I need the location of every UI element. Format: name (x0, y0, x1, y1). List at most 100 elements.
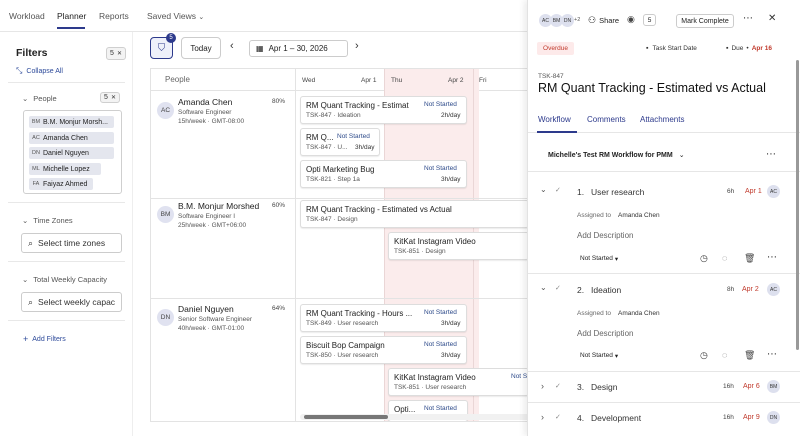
step-due-date[interactable]: Apr 1 (745, 188, 762, 195)
today-button[interactable]: Today (181, 37, 221, 59)
workflow-selector[interactable]: Michelle's Test RM Workflow for PMM ⌄ (548, 151, 685, 160)
avatar[interactable]: BM (767, 380, 780, 393)
due-date-button[interactable]: ▪ Due • Apr 16 (726, 45, 772, 52)
vertical-scrollbar[interactable] (796, 60, 799, 350)
task-start-date-button[interactable]: ▪ Task Start Date (646, 45, 697, 52)
tab-reports[interactable]: Reports (99, 11, 129, 21)
task-card-title: RM Quant Tracking - Estimat (306, 101, 409, 110)
chevron-left-icon[interactable]: ‹ (230, 40, 234, 52)
utilization-percent: 80% (272, 98, 286, 105)
close-icon[interactable]: ✕ (117, 50, 122, 57)
filters-count-badge[interactable]: 5 ✕ (106, 47, 126, 60)
step-status-dropdown[interactable]: Not Started ▾ (580, 352, 618, 360)
task-card-title: Opti Marketing Bug (306, 165, 375, 174)
eye-icon[interactable]: ◉ (627, 14, 635, 25)
check-icon[interactable]: ✓ (555, 413, 561, 421)
avatar[interactable]: AC (767, 283, 780, 296)
assigned-to-label: Assigned to (577, 212, 611, 219)
check-icon[interactable]: ✓ (555, 382, 561, 390)
add-description-button[interactable]: Add Description (577, 329, 633, 338)
task-card[interactable]: KitKat Instagram Video TSK-851 · User re… (388, 368, 527, 396)
task-start-date-label: Task Start Date (652, 45, 697, 52)
task-card[interactable]: RM Quant Tracking - Hours ... TSK-849 · … (300, 304, 467, 332)
chevron-right-icon[interactable]: › (541, 381, 544, 391)
step-due-date[interactable]: Apr 2 (742, 286, 759, 293)
step-due-date[interactable]: Apr 9 (743, 414, 760, 421)
task-card-subtitle: TSK-847 · Ideation (306, 112, 361, 119)
scrollbar-thumb[interactable] (304, 415, 388, 419)
capacity-search-input[interactable]: ⌕ Select weekly capac (21, 292, 122, 312)
person-chip[interactable]: ML Michelle Lopez (29, 163, 101, 175)
step-name[interactable]: Development (591, 413, 641, 423)
top-nav: Workload Planner Reports Saved Views ⌄ (0, 0, 527, 32)
mark-complete-button[interactable]: Mark Complete (676, 14, 734, 28)
clock-icon[interactable]: ◷ (700, 350, 708, 361)
add-filters-button[interactable]: + Add Filters (23, 334, 66, 344)
more-options-icon[interactable]: ⋯ (767, 349, 777, 360)
divider (295, 69, 296, 421)
person-chip[interactable]: AC Amanda Chen (29, 132, 114, 144)
trash-icon[interactable]: 🗑 (744, 253, 755, 264)
status-badge: Not Started (424, 405, 457, 412)
divider (528, 371, 800, 372)
chevron-right-icon[interactable]: › (355, 40, 359, 52)
tab-comments[interactable]: Comments (587, 115, 626, 124)
step-name[interactable]: Design (591, 382, 617, 392)
task-card[interactable]: Biscuit Bop Campaign TSK-850 · User rese… (300, 336, 467, 364)
share-button[interactable]: ⚇ Share (588, 15, 619, 26)
person-name[interactable]: Daniel Nguyen (178, 304, 234, 314)
saved-views-dropdown[interactable]: Saved Views ⌄ (147, 11, 204, 21)
tab-workload[interactable]: Workload (9, 11, 45, 21)
step-name[interactable]: User research (591, 187, 644, 197)
capacity-section-toggle[interactable]: ⌄ Total Weekly Capacity (22, 275, 107, 284)
person-chip[interactable]: BM B.M. Monjur Morsh... (29, 116, 114, 128)
search-icon: ⌕ (28, 296, 34, 307)
step-name[interactable]: Ideation (591, 285, 621, 295)
close-icon[interactable]: ✕ (111, 94, 116, 101)
avatar[interactable]: DN (767, 411, 780, 424)
task-card[interactable]: RM Q... TSK-847 · U... Not Started 3h/da… (300, 128, 380, 156)
tab-attachments[interactable]: Attachments (640, 115, 684, 124)
time-zones-section-toggle[interactable]: ⌄ Time Zones (22, 216, 73, 225)
check-icon[interactable]: ✓ (555, 284, 561, 292)
chevron-right-icon[interactable]: › (541, 412, 544, 422)
people-icon: ⚇ (588, 15, 597, 25)
task-card[interactable]: KitKat Instagram Video TSK-851 · Design (388, 232, 527, 260)
task-card-title: KitKat Instagram Video (394, 373, 476, 382)
person-name[interactable]: B.M. Monjur Morshed (178, 201, 259, 211)
chevron-down-icon[interactable]: ⌄ (540, 185, 547, 194)
chevron-down-icon[interactable]: ⌄ (540, 283, 547, 292)
assignee-name[interactable]: Amanda Chen (618, 310, 660, 317)
collapse-all-button[interactable]: ⤡ Collapse All (16, 66, 63, 76)
person-chip[interactable]: DN Daniel Nguyen (29, 147, 114, 159)
close-icon[interactable]: ✕ (768, 13, 776, 24)
trash-icon[interactable]: 🗑 (744, 350, 755, 361)
comment-icon[interactable]: ◌ (722, 350, 727, 360)
step-due-date[interactable]: Apr 6 (743, 383, 760, 390)
more-options-icon[interactable]: ⋯ (743, 13, 753, 24)
check-icon[interactable]: ✓ (555, 186, 561, 194)
date-range-picker[interactable]: ▦ Apr 1 – 30, 2026 (249, 40, 348, 57)
more-options-icon[interactable]: ⋯ (767, 252, 777, 263)
avatar[interactable]: AC (767, 185, 780, 198)
step-status-dropdown[interactable]: Not Started ▾ (580, 255, 618, 263)
task-card[interactable]: RM Quant Tracking - Estimat TSK-847 · Id… (300, 96, 467, 124)
task-card[interactable]: RM Quant Tracking - Estimated vs Actual … (300, 200, 527, 228)
task-card[interactable]: Opti Marketing Bug TSK-821 · Step 1a Not… (300, 160, 467, 188)
people-column-header: People (165, 75, 190, 84)
comment-icon[interactable]: ◌ (722, 253, 727, 263)
tab-workflow[interactable]: Workflow (538, 115, 571, 124)
status-badge: Not Started (424, 101, 457, 108)
tab-planner[interactable]: Planner (57, 11, 86, 21)
clock-icon[interactable]: ◷ (700, 253, 708, 264)
time-zones-search-input[interactable]: ⌕ Select time zones (21, 233, 122, 253)
more-options-icon[interactable]: ⋯ (766, 149, 776, 160)
assignee-name[interactable]: Amanda Chen (618, 212, 660, 219)
add-description-button[interactable]: Add Description (577, 231, 633, 240)
capacity-placeholder: Select weekly capac (38, 297, 116, 307)
filters-count: 5 (110, 50, 114, 57)
people-count-badge[interactable]: 5 ✕ (100, 92, 120, 103)
person-name[interactable]: Amanda Chen (178, 97, 232, 107)
person-chip[interactable]: FA Faiyaz Ahmed (29, 178, 93, 190)
people-section-toggle[interactable]: ⌄ People (22, 94, 57, 103)
